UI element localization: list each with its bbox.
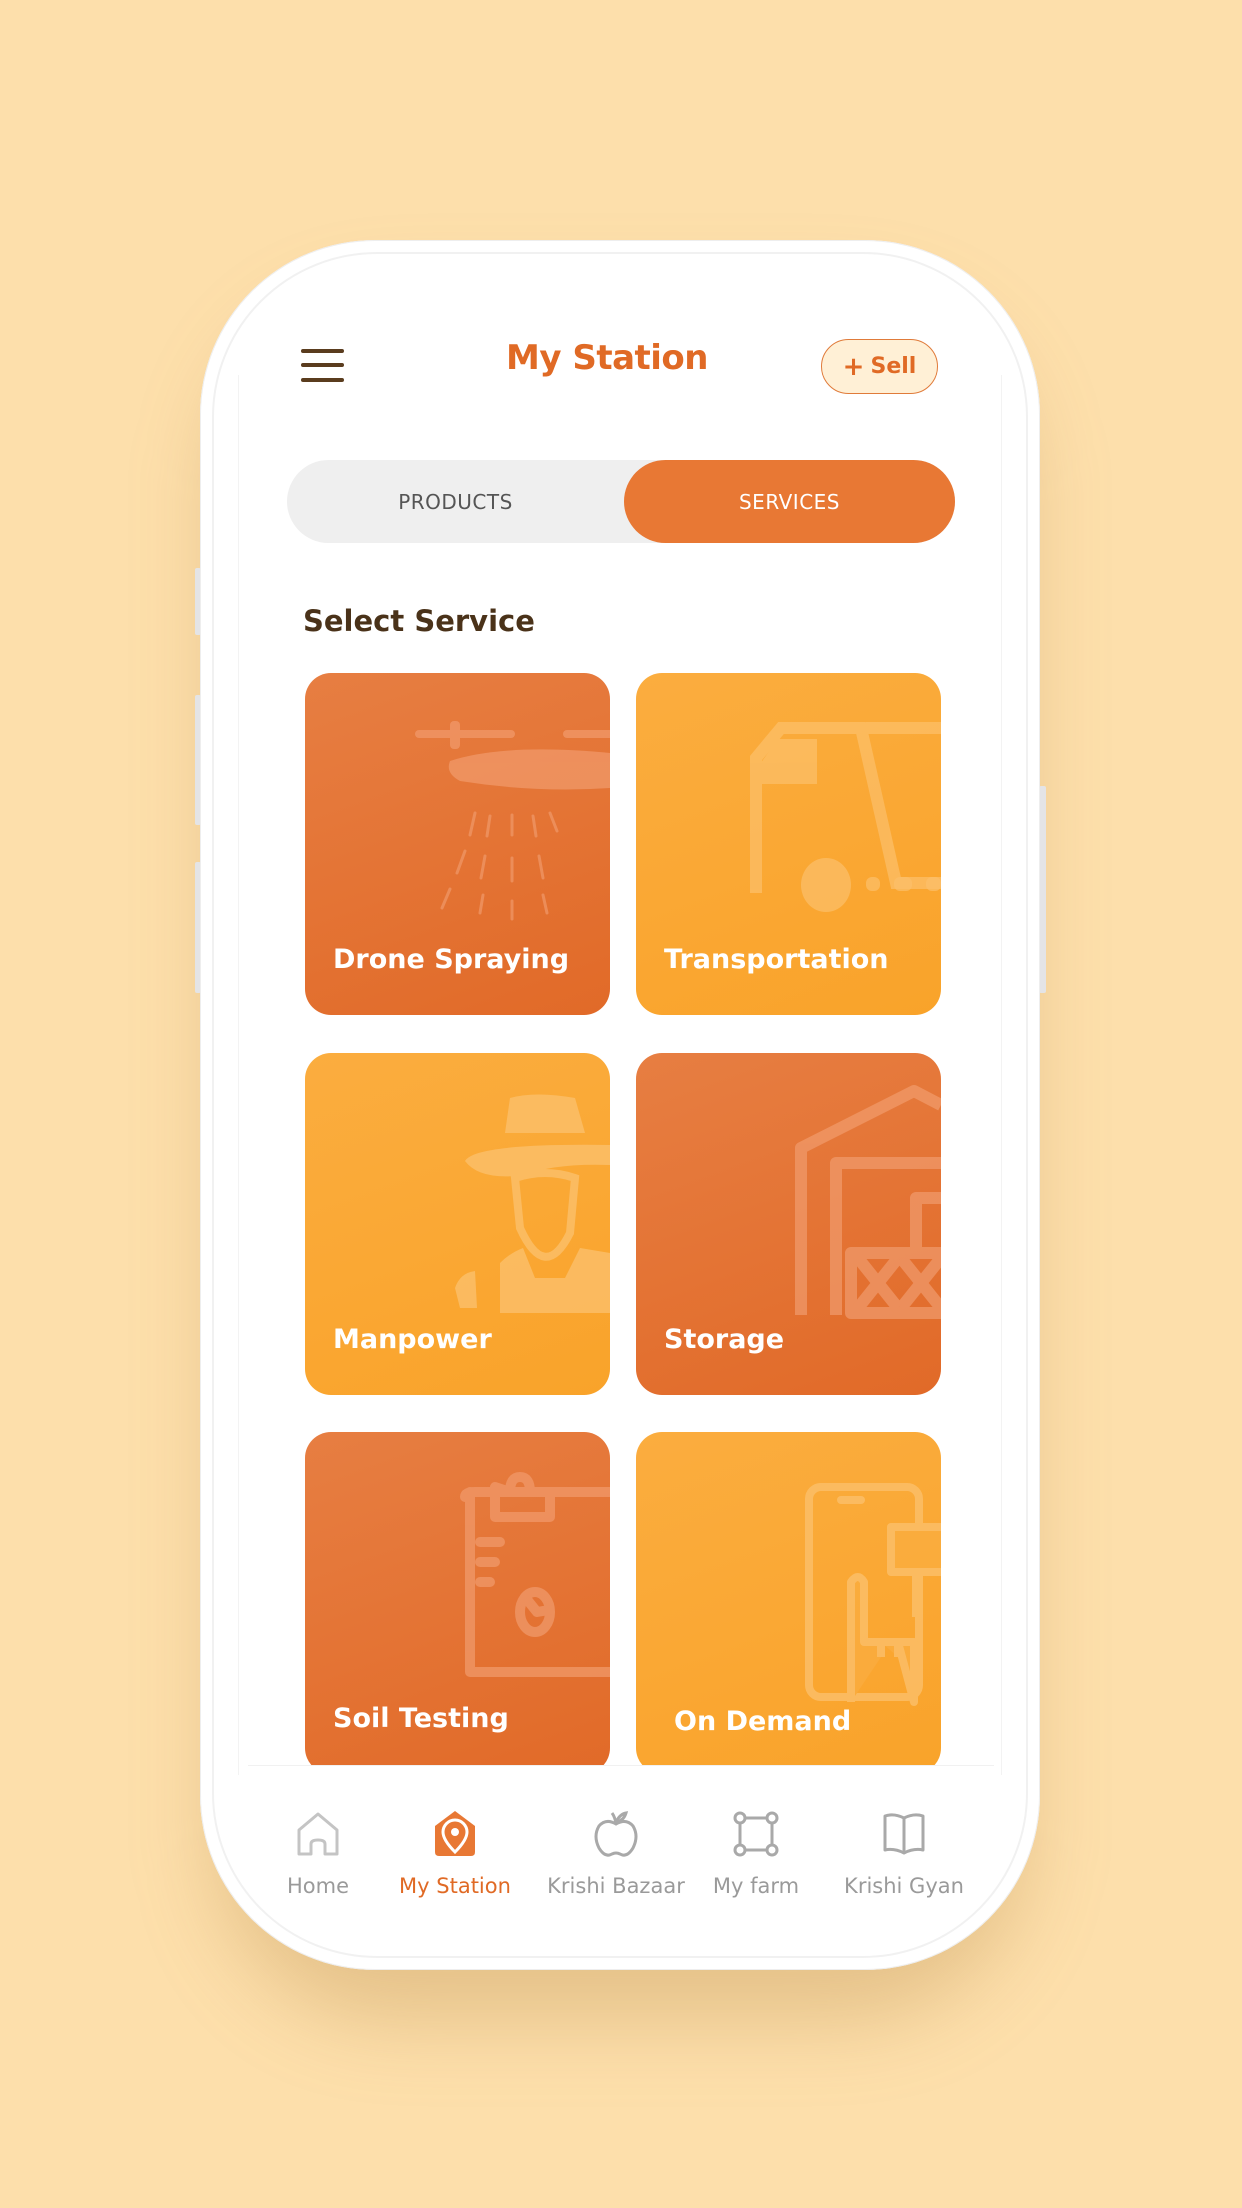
service-card-label: Manpower [333, 1324, 492, 1355]
power-button [1039, 786, 1046, 993]
tab-services[interactable]: SERVICES [624, 460, 955, 543]
service-card-label: Transportation [664, 944, 889, 975]
nav-item-home[interactable]: Home [243, 1808, 393, 1908]
service-card-drone-spraying[interactable]: Drone Spraying [305, 673, 610, 1015]
nav-label: Home [286, 1874, 349, 1898]
sell-button-label: Sell [870, 354, 917, 379]
service-card-soil-testing[interactable]: Soil Testing [305, 1432, 610, 1765]
nav-label: Krishi Gyan [844, 1874, 964, 1898]
service-card-label: On Demand [674, 1706, 852, 1737]
nav-item-my-station[interactable]: My Station [380, 1808, 530, 1908]
nav-label: Krishi Bazaar [547, 1874, 685, 1898]
sell-button[interactable]: + Sell [821, 339, 938, 394]
hamburger-menu-icon[interactable] [301, 349, 344, 382]
nav-item-krishi-gyan[interactable]: Krishi Gyan [829, 1808, 979, 1908]
book-icon [883, 1813, 925, 1855]
service-card-on-demand[interactable]: On Demand [636, 1432, 941, 1765]
plus-icon: + [842, 351, 865, 382]
nav-label: My farm [712, 1874, 800, 1898]
screen-edge-left [238, 375, 239, 1775]
products-services-toggle: PRODUCTS SERVICES [287, 460, 955, 543]
section-heading: Select Service [303, 604, 535, 638]
home-icon [297, 1812, 339, 1856]
page-title: My Station [506, 338, 709, 378]
nav-item-krishi-bazaar[interactable]: Krishi Bazaar [541, 1808, 691, 1908]
service-card-label: Soil Testing [333, 1703, 509, 1734]
screen-edge-right [1001, 375, 1002, 1775]
nav-label: My Station [399, 1874, 511, 1898]
apple-icon [594, 1811, 638, 1857]
service-grid: Drone Spraying Transportation Manpower S… [240, 650, 1000, 1765]
service-card-transportation[interactable]: Transportation [636, 673, 941, 1015]
service-card-label: Storage [664, 1324, 785, 1355]
service-card-label: Drone Spraying [333, 944, 570, 975]
service-card-manpower[interactable]: Manpower [305, 1053, 610, 1395]
farm-plot-icon [733, 1811, 779, 1857]
service-card-storage[interactable]: Storage [636, 1053, 941, 1395]
station-icon [435, 1811, 475, 1856]
tab-products[interactable]: PRODUCTS [287, 460, 624, 543]
bottom-nav-divider [248, 1765, 994, 1766]
nav-item-my-farm[interactable]: My farm [681, 1808, 831, 1908]
